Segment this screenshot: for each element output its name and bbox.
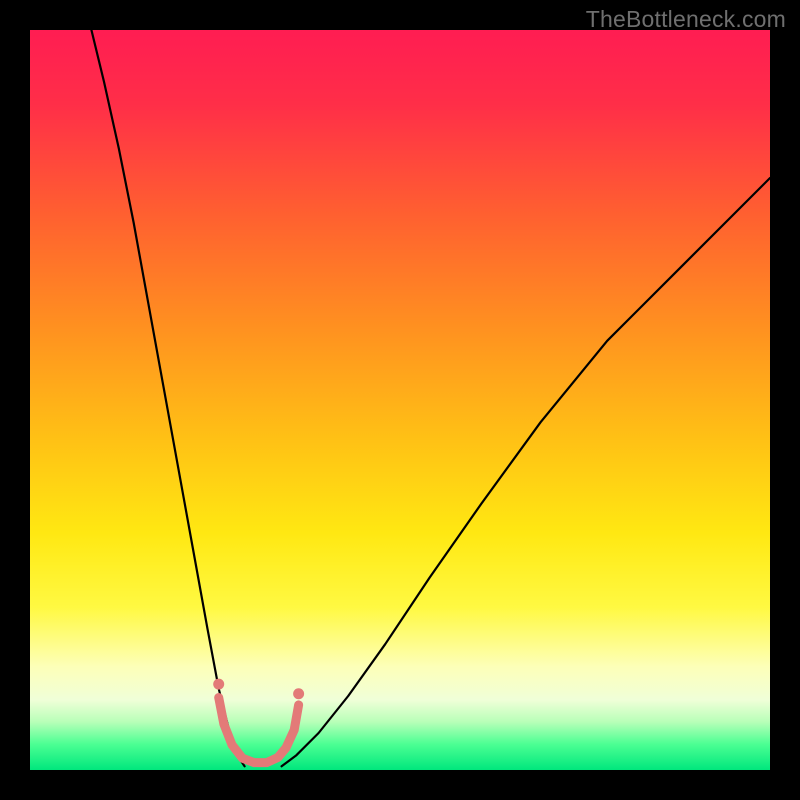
series-lobe-dot-left bbox=[213, 679, 224, 690]
series-left-branch bbox=[91, 30, 244, 766]
chart-frame: TheBottleneck.com bbox=[0, 0, 800, 800]
series-right-branch bbox=[282, 178, 770, 766]
series-bottom-lobe bbox=[219, 697, 299, 762]
watermark-text: TheBottleneck.com bbox=[586, 6, 786, 33]
curve-layer bbox=[30, 30, 770, 770]
plot-area bbox=[30, 30, 770, 770]
series-lobe-dot-right bbox=[293, 688, 304, 699]
